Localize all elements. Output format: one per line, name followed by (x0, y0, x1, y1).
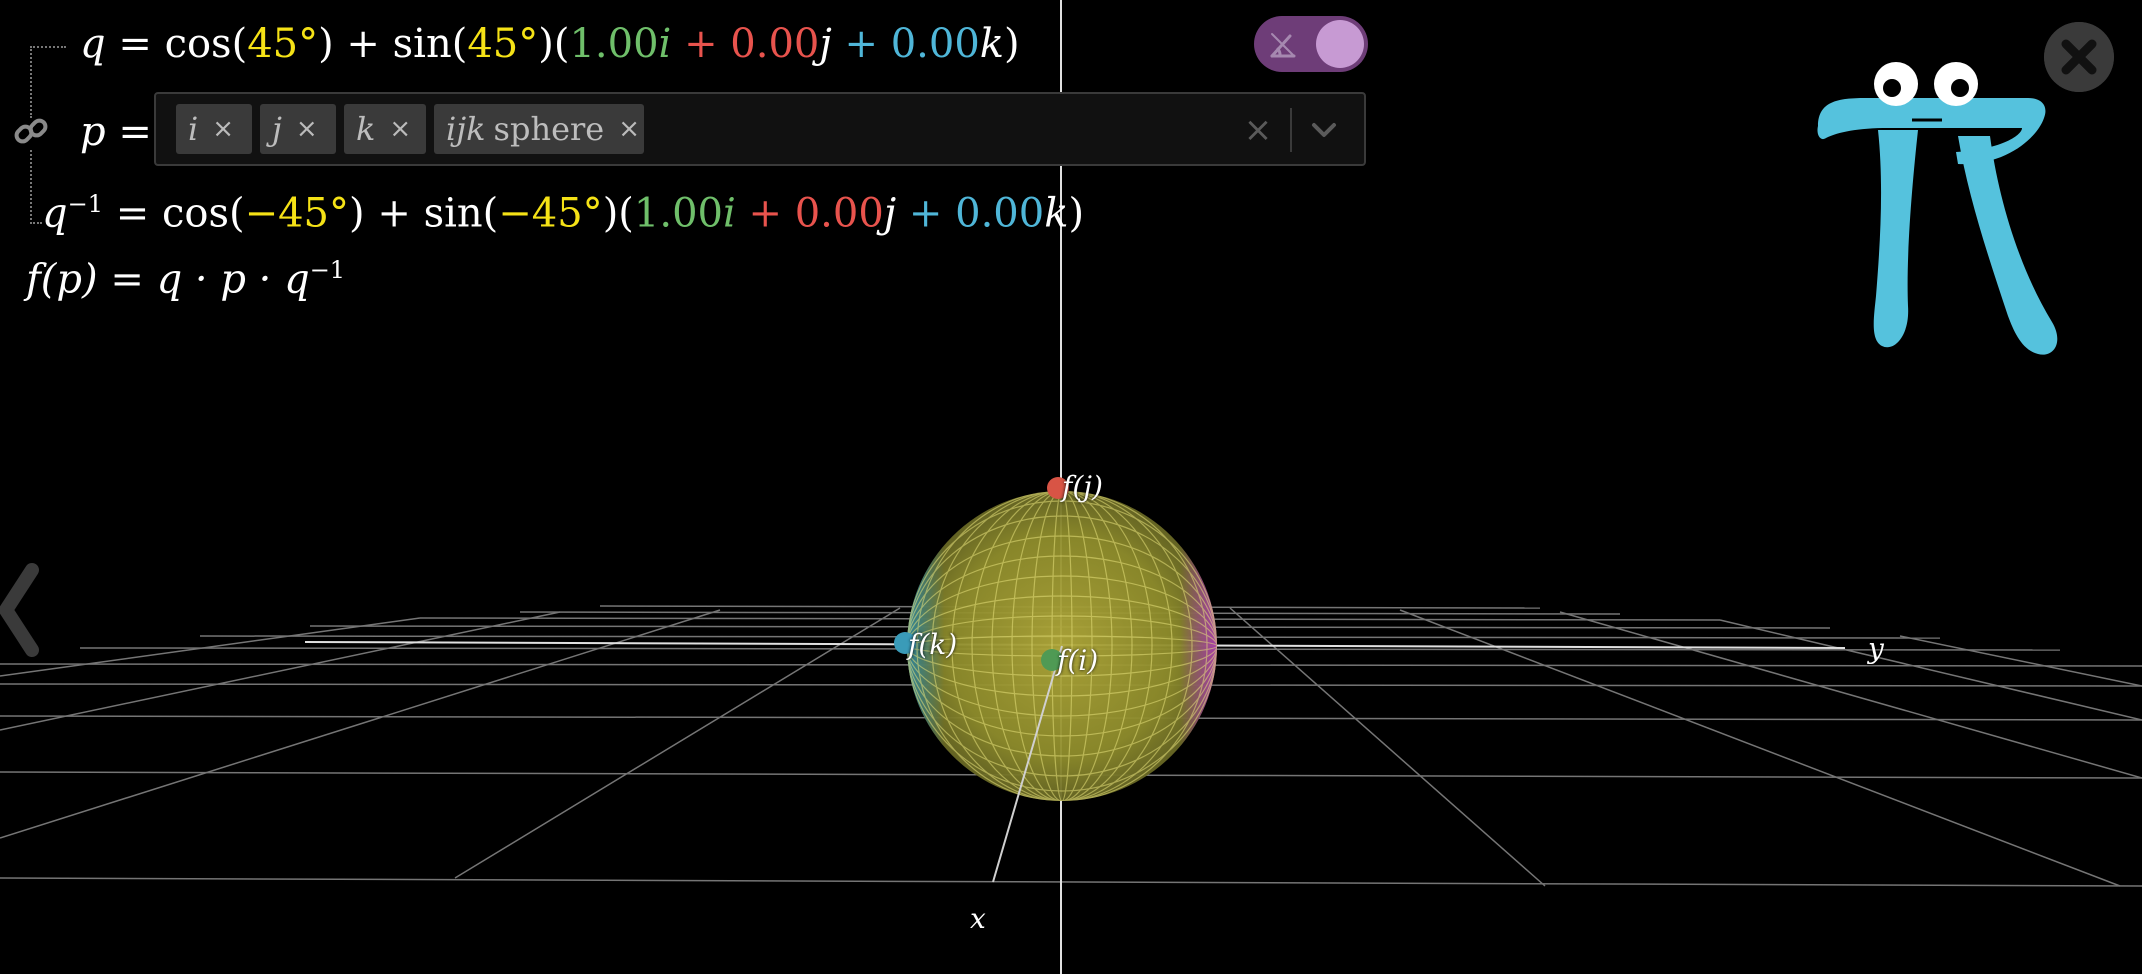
superscript: −1 (67, 190, 103, 218)
chip-label: sphere (493, 110, 605, 148)
j-unit: j (883, 190, 897, 237)
chip-label: ijk (446, 110, 486, 148)
j-coef: 0.00 (794, 190, 884, 237)
link-bracket-bottom (30, 150, 42, 224)
k-unit: k (1044, 190, 1069, 237)
chip-remove-icon[interactable]: × (212, 114, 234, 144)
j-unit: j (819, 21, 832, 67)
plus-sign: + (908, 190, 943, 237)
j-coef: 0.00 (730, 21, 820, 67)
chip-i[interactable]: i × (176, 104, 252, 154)
plus-sign: + (748, 190, 782, 237)
formula-p: p = (80, 112, 152, 152)
formula-f-rhs: q · p · q (156, 256, 310, 303)
chip-label: k (356, 110, 376, 148)
chip-label: i (188, 110, 199, 148)
link-bracket-top (30, 46, 66, 118)
formula-q[interactable]: q = cos(45°) + sin(45°)(1.00i + 0.00j + … (80, 24, 1020, 64)
cos-func: cos (164, 21, 232, 67)
k-unit: k (979, 21, 1005, 67)
chip-label: j (272, 110, 282, 148)
plus-sign: + (346, 21, 380, 67)
i-unit: i (722, 190, 736, 237)
plus-sign: + (684, 21, 718, 67)
sin-func: sin (392, 21, 452, 67)
label-fk: f(k) (908, 628, 958, 661)
chip-remove-icon[interactable]: × (618, 114, 640, 144)
formula-f: f(p) = q · p · q−1 (26, 258, 345, 299)
angle-value: 45° (467, 21, 539, 67)
i-coef: 1.00 (569, 21, 659, 67)
cos-func: cos (161, 190, 229, 237)
x-axis-label: x (970, 902, 986, 935)
k-coef: 0.00 (955, 190, 1045, 237)
formula-q-lhs: q (80, 21, 106, 67)
label-fi: f(i) (1057, 644, 1099, 677)
angle-value: −45° (498, 190, 603, 237)
chevron-left-icon[interactable] (0, 560, 40, 660)
plus-sign: + (377, 190, 411, 237)
angle-icon (1270, 33, 1296, 58)
equals-sign: = (110, 256, 144, 303)
formula-qinv-lhs: q (42, 190, 68, 237)
angle-toggle[interactable] (1254, 16, 1368, 72)
formula-f-lhs: f(p) (26, 256, 98, 303)
equals-sign: = (118, 21, 152, 67)
clear-all-icon[interactable]: × (1238, 110, 1278, 150)
superscript: −1 (309, 256, 346, 284)
angle-value: −45° (244, 190, 349, 237)
equals-sign: = (115, 190, 150, 237)
formula-p-lhs: p (80, 109, 106, 155)
pi-logo (1817, 62, 2058, 355)
i-unit: i (658, 21, 672, 67)
link-icon[interactable] (12, 112, 50, 150)
p-multiselect[interactable]: i × j × k × ijk sphere × × (154, 92, 1366, 166)
k-coef: 0.00 (890, 21, 980, 67)
sin-func: sin (423, 190, 483, 237)
chip-remove-icon[interactable]: × (389, 114, 411, 144)
chip-j[interactable]: j × (260, 104, 336, 154)
label-fj: f(j) (1062, 470, 1103, 503)
formula-q-inverse[interactable]: q−1 = cos(−45°) + sin(−45°)(1.00i + 0.00… (42, 192, 1084, 233)
chip-ijk-sphere[interactable]: ijk sphere × (434, 104, 644, 154)
plus-sign: + (844, 21, 878, 67)
chip-remove-icon[interactable]: × (296, 114, 318, 144)
chevron-down-icon[interactable] (1302, 108, 1346, 152)
separator (1290, 108, 1292, 152)
angle-value: 45° (247, 21, 319, 67)
toggle-knob[interactable] (1316, 20, 1364, 68)
equals-sign: = (118, 109, 152, 155)
chip-k[interactable]: k × (344, 104, 426, 154)
y-axis-label: y (1868, 632, 1884, 665)
i-coef: 1.00 (633, 190, 723, 237)
